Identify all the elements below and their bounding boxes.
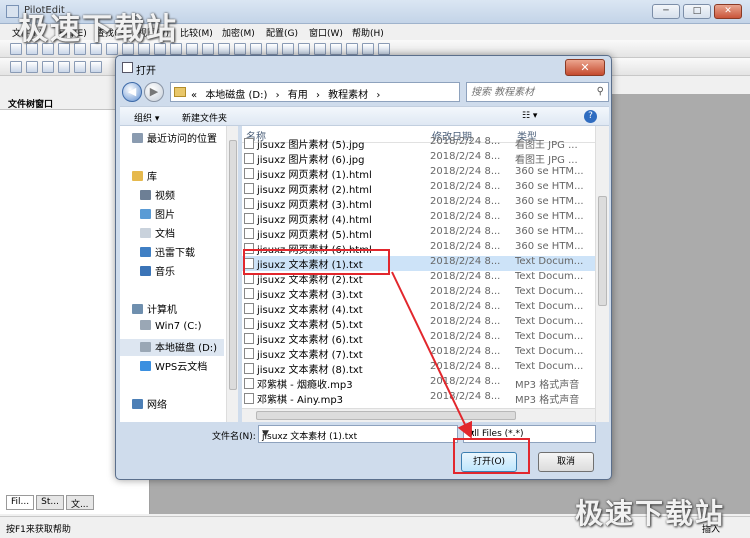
watermark-bottom: 极速下载站 <box>575 497 726 530</box>
watermark-top: 极速下载站 <box>18 12 178 47</box>
annotation-arrow <box>391 271 473 439</box>
